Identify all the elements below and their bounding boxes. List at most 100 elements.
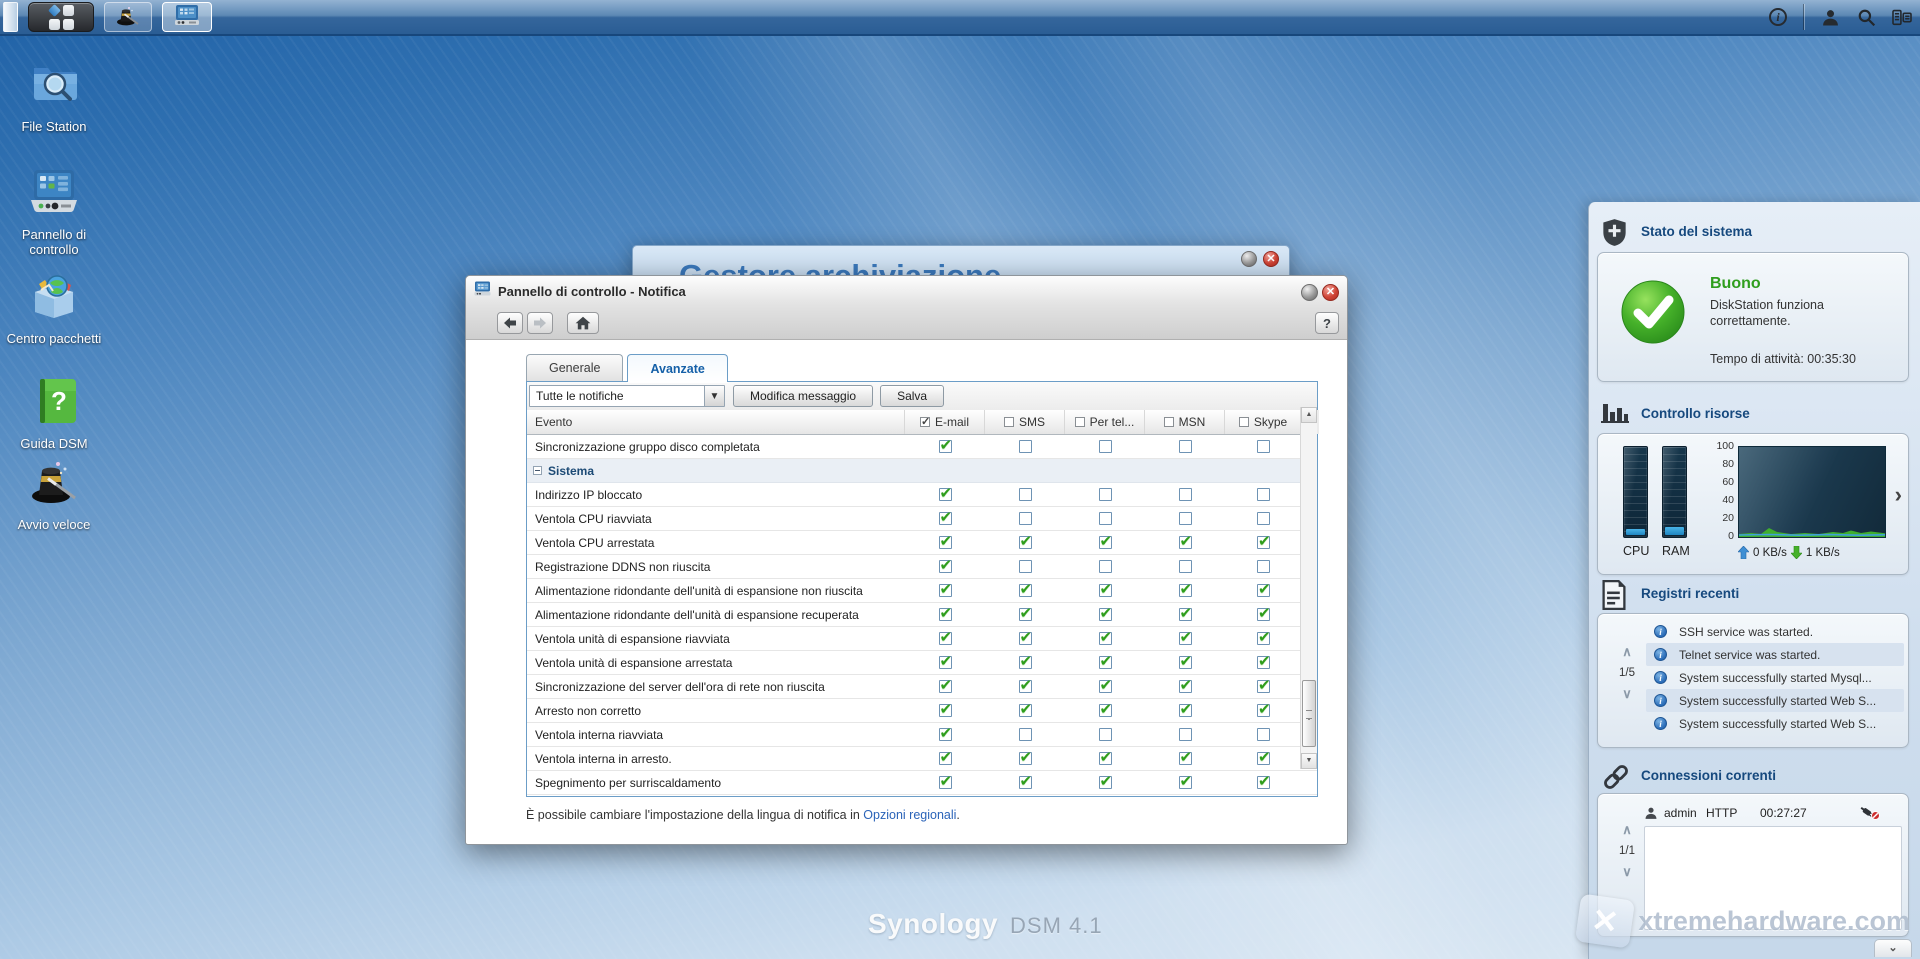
- row-checkbox[interactable]: [1257, 488, 1270, 501]
- save-button[interactable]: Salva: [880, 385, 944, 407]
- row-checkbox[interactable]: [1179, 632, 1192, 645]
- connections-page-up-chevron[interactable]: ∧: [1612, 824, 1642, 836]
- notification-row[interactable]: Sincronizzazione gruppo disco completata: [527, 435, 1317, 459]
- column-header-msn[interactable]: MSN: [1145, 410, 1225, 434]
- row-checkbox[interactable]: [1257, 728, 1270, 741]
- row-checkbox[interactable]: [1257, 752, 1270, 765]
- close-icon[interactable]: ✕: [1322, 284, 1339, 301]
- notification-row[interactable]: Alimentazione ridondante dell'unità di e…: [527, 579, 1317, 603]
- group-row[interactable]: Sistema: [527, 459, 1317, 483]
- row-checkbox[interactable]: [1019, 440, 1032, 453]
- notification-row[interactable]: Ventola interna riavviata: [527, 723, 1317, 747]
- row-checkbox[interactable]: [1099, 560, 1112, 573]
- minimize-button[interactable]: [1241, 251, 1257, 267]
- minimize-button[interactable]: [1301, 284, 1318, 301]
- info-icon[interactable]: i: [1769, 8, 1787, 26]
- row-checkbox[interactable]: [1099, 752, 1112, 765]
- help-button[interactable]: ?: [1315, 312, 1339, 334]
- row-checkbox[interactable]: [939, 680, 952, 693]
- desktop-icon-package-center[interactable]: Centro pacchetti: [2, 272, 106, 346]
- notification-row[interactable]: Alimentazione ridondante dell'unità di e…: [527, 603, 1317, 627]
- row-checkbox[interactable]: [1019, 488, 1032, 501]
- column-header-pertel[interactable]: Per tel...: [1065, 410, 1145, 434]
- header-checkbox[interactable]: [1164, 417, 1174, 427]
- row-checkbox[interactable]: [1179, 584, 1192, 597]
- back-button[interactable]: [497, 312, 523, 334]
- show-desktop-button[interactable]: [3, 2, 18, 32]
- log-entry[interactable]: iSSH service was started.: [1646, 620, 1904, 643]
- notification-row[interactable]: Spegnimento per surriscaldamento: [527, 771, 1317, 795]
- expand-resources-chevron[interactable]: ›: [1895, 482, 1902, 508]
- connections-page-down-chevron[interactable]: ∨: [1612, 866, 1642, 878]
- header-checkbox[interactable]: [1239, 417, 1249, 427]
- row-checkbox[interactable]: [1099, 584, 1112, 597]
- row-checkbox[interactable]: [939, 704, 952, 717]
- row-checkbox[interactable]: [1257, 560, 1270, 573]
- row-checkbox[interactable]: [1019, 584, 1032, 597]
- scroll-down-arrow-icon[interactable]: ▼: [1301, 753, 1317, 769]
- row-checkbox[interactable]: [1179, 776, 1192, 789]
- row-checkbox[interactable]: [1257, 632, 1270, 645]
- row-checkbox[interactable]: [1257, 776, 1270, 789]
- row-checkbox[interactable]: [939, 512, 952, 525]
- row-checkbox[interactable]: [1099, 632, 1112, 645]
- notification-row[interactable]: Ventola interna in arresto.: [527, 747, 1317, 771]
- tab-generale[interactable]: Generale: [526, 354, 623, 381]
- row-checkbox[interactable]: [939, 632, 952, 645]
- row-checkbox[interactable]: [1257, 608, 1270, 621]
- row-checkbox[interactable]: [939, 776, 952, 789]
- row-checkbox[interactable]: [1099, 512, 1112, 525]
- row-checkbox[interactable]: [939, 440, 952, 453]
- chevron-down-icon[interactable]: ▼: [704, 386, 724, 406]
- row-checkbox[interactable]: [1179, 440, 1192, 453]
- widgets-panel-icon[interactable]: [1892, 7, 1912, 27]
- row-checkbox[interactable]: [1179, 488, 1192, 501]
- row-checkbox[interactable]: [1257, 704, 1270, 717]
- row-checkbox[interactable]: [1179, 608, 1192, 621]
- row-checkbox[interactable]: [939, 536, 952, 549]
- row-checkbox[interactable]: [1019, 776, 1032, 789]
- dialog-header[interactable]: Pannello di controllo - Notifica ✕ ?: [466, 276, 1347, 340]
- logs-page-down-chevron[interactable]: ∨: [1612, 688, 1642, 700]
- notification-row[interactable]: Registrazione DDNS non riuscita: [527, 555, 1317, 579]
- row-checkbox[interactable]: [1019, 512, 1032, 525]
- log-entry[interactable]: iSystem successfully started Mysql...: [1646, 666, 1904, 689]
- row-checkbox[interactable]: [1019, 608, 1032, 621]
- desktop-icon-dsm-help[interactable]: ? Guida DSM: [2, 377, 106, 451]
- header-checkbox[interactable]: [920, 417, 930, 427]
- close-icon[interactable]: ✕: [1263, 251, 1279, 267]
- row-checkbox[interactable]: [939, 488, 952, 501]
- scroll-up-arrow-icon[interactable]: ▲: [1301, 407, 1317, 423]
- row-checkbox[interactable]: [939, 560, 952, 573]
- notification-row[interactable]: Ventola CPU arrestata: [527, 531, 1317, 555]
- row-checkbox[interactable]: [1179, 560, 1192, 573]
- row-checkbox[interactable]: [939, 608, 952, 621]
- log-entry[interactable]: iSystem successfully started Web S...: [1646, 689, 1904, 712]
- notification-row[interactable]: Ventola unità di espansione riavviata: [527, 627, 1317, 651]
- connection-row[interactable]: admin HTTP 00:27:27: [1644, 802, 1904, 824]
- search-icon[interactable]: [1856, 7, 1876, 27]
- row-checkbox[interactable]: [1179, 752, 1192, 765]
- row-checkbox[interactable]: [1019, 560, 1032, 573]
- row-checkbox[interactable]: [1099, 440, 1112, 453]
- row-checkbox[interactable]: [1019, 680, 1032, 693]
- notification-row[interactable]: Sincronizzazione del server dell'ora di …: [527, 675, 1317, 699]
- row-checkbox[interactable]: [1179, 728, 1192, 741]
- collapse-group-icon[interactable]: [533, 466, 542, 475]
- notification-row[interactable]: Indirizzo IP bloccato: [527, 483, 1317, 507]
- edit-message-button[interactable]: Modifica messaggio: [733, 385, 873, 407]
- notification-row[interactable]: Ventola unità di espansione arrestata: [527, 651, 1317, 675]
- row-checkbox[interactable]: [1019, 728, 1032, 741]
- row-checkbox[interactable]: [1257, 584, 1270, 597]
- notification-row[interactable]: Ventola CPU riavviata: [527, 507, 1317, 531]
- column-header-skype[interactable]: Skype: [1225, 410, 1302, 434]
- row-checkbox[interactable]: [1019, 704, 1032, 717]
- log-entry[interactable]: iTelnet service was started.: [1646, 643, 1904, 666]
- desktop-icon-control-panel[interactable]: Pannello di controllo: [2, 166, 106, 257]
- tab-avanzate[interactable]: Avanzate: [627, 354, 727, 382]
- row-checkbox[interactable]: [1099, 656, 1112, 669]
- row-checkbox[interactable]: [1257, 440, 1270, 453]
- row-checkbox[interactable]: [1099, 680, 1112, 693]
- sidebar-collapse-chevron[interactable]: ⌄: [1874, 939, 1912, 957]
- row-checkbox[interactable]: [1257, 512, 1270, 525]
